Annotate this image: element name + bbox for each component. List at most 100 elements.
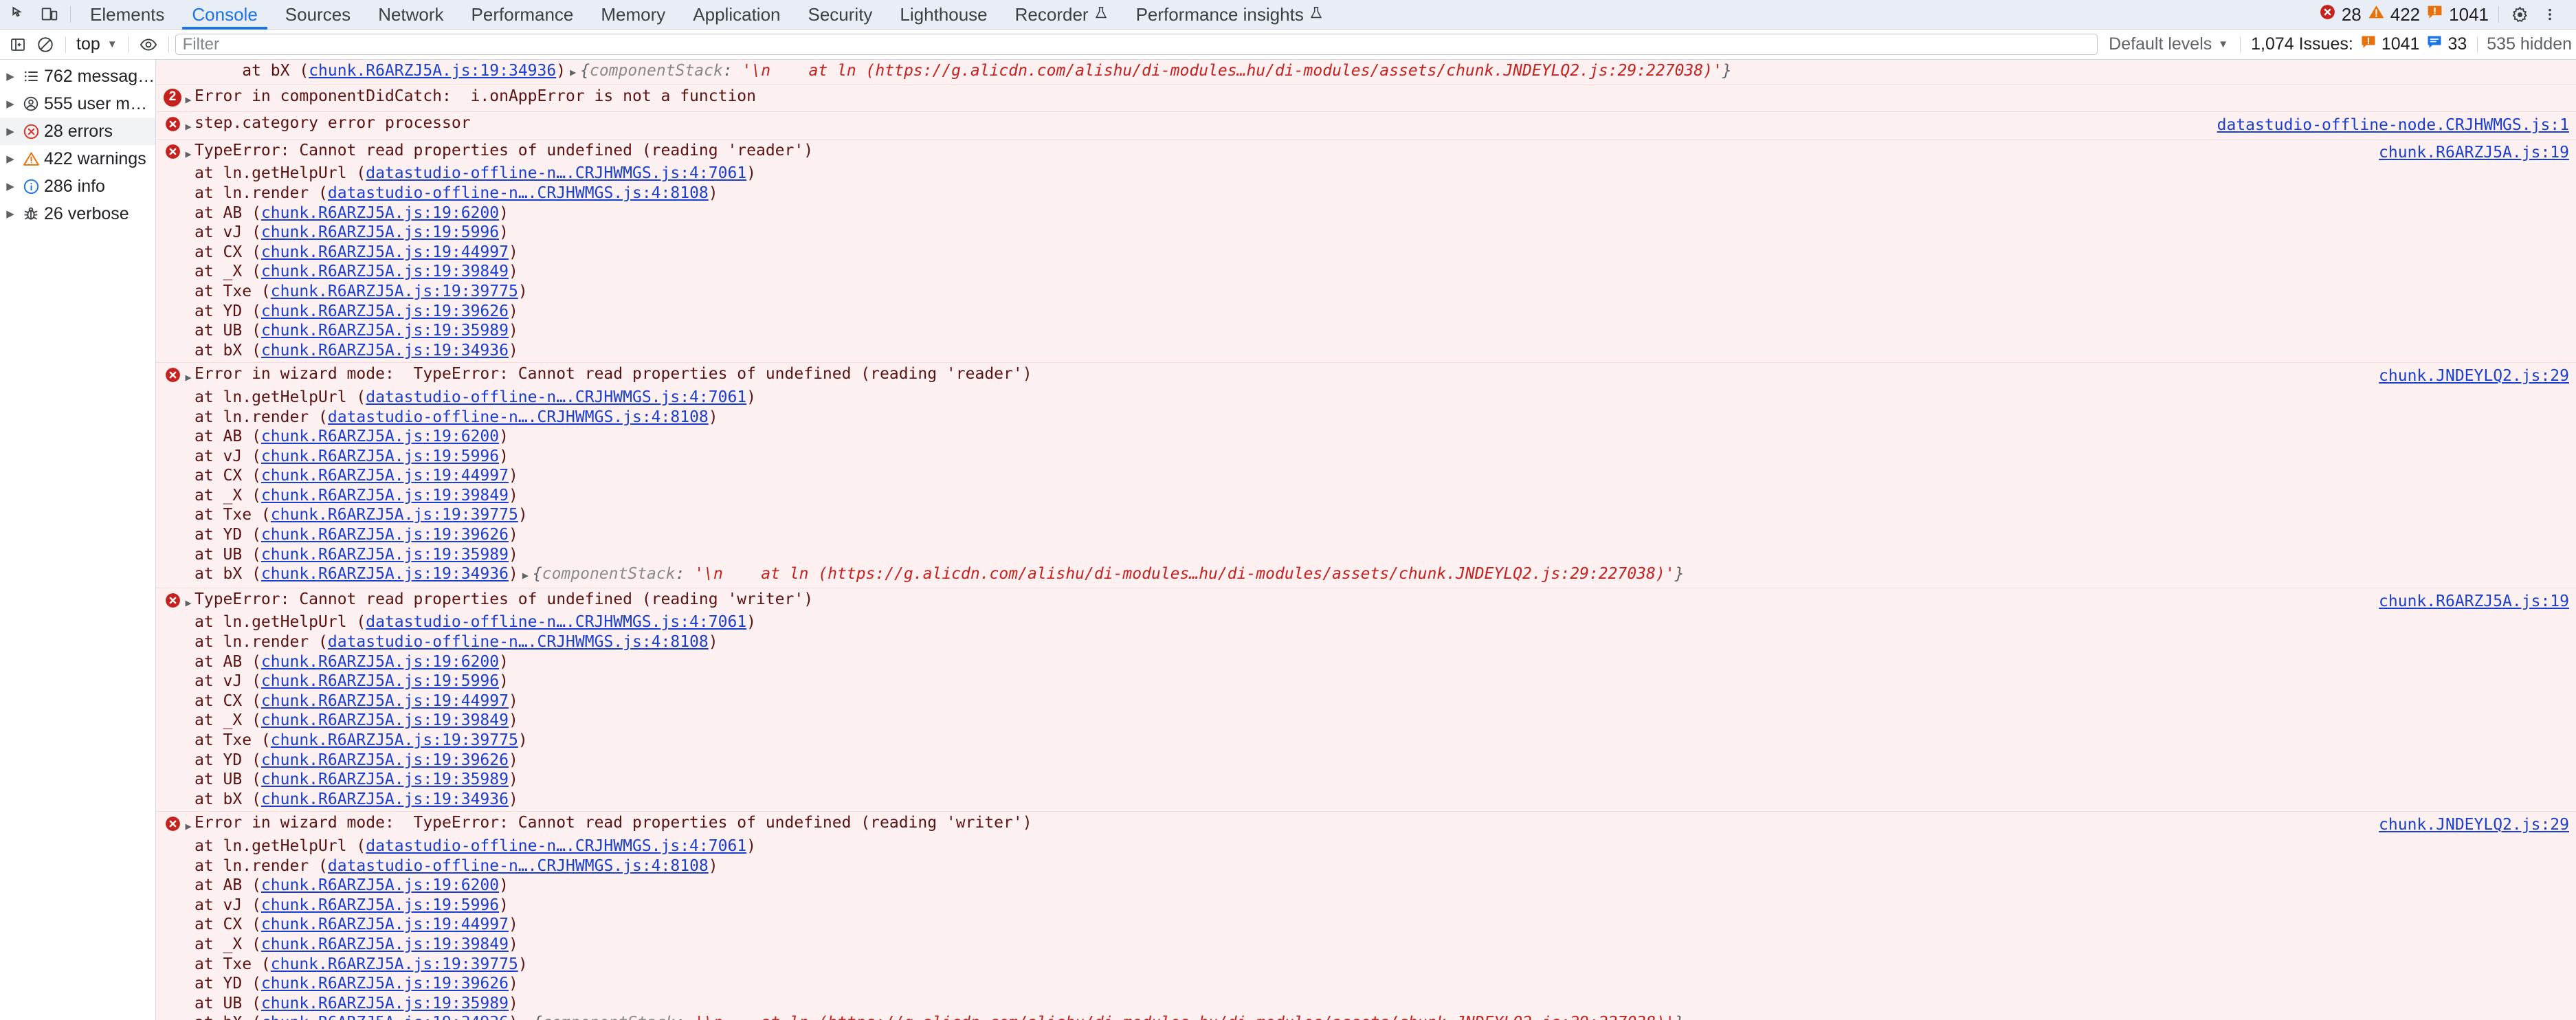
log-levels-selector[interactable]: Default levels ▼ (2103, 34, 2234, 54)
object-expand-icon[interactable]: ▶ (566, 66, 580, 78)
stack-frame-link[interactable]: chunk.R6ARZJ5A.js:19:39775 (271, 955, 518, 973)
stack-frame-link[interactable]: datastudio-offline-n….CRJHWMGS.js:4:7061 (366, 388, 746, 406)
tab-memory[interactable]: Memory (587, 0, 679, 30)
stack-frame-link[interactable]: chunk.R6ARZJ5A.js:19:34936 (309, 62, 556, 80)
stack-frame-link[interactable]: chunk.R6ARZJ5A.js:19:6200 (261, 428, 499, 445)
stack-frame-link[interactable]: chunk.R6ARZJ5A.js:19:34936 (261, 342, 509, 359)
stack-frame-link[interactable]: chunk.R6ARZJ5A.js:19:39775 (271, 282, 518, 300)
error-counter[interactable]: 28 (2319, 3, 2362, 25)
stack-frame-link[interactable]: chunk.R6ARZJ5A.js:19:35989 (261, 546, 509, 564)
message-source-link[interactable]: datastudio-offline-node.CRJHWMGS.js:1 (2217, 115, 2569, 135)
stack-frame-link[interactable]: chunk.R6ARZJ5A.js:19:6200 (261, 653, 499, 671)
stack-frame-link[interactable]: datastudio-offline-n….CRJHWMGS.js:4:7061 (366, 837, 746, 855)
expand-triangle-icon[interactable]: ▶ (3, 98, 18, 110)
expand-triangle-icon[interactable]: ▶ (3, 70, 18, 82)
tab-performance-insights[interactable]: Performance insights (1122, 0, 1337, 30)
tab-sources[interactable]: Sources (271, 0, 364, 30)
device-toolbar-icon[interactable] (34, 2, 65, 27)
console-message[interactable]: 2 ▶ Error in componentDidCatch: i.onAppE… (156, 84, 2576, 112)
stack-frame-link[interactable]: chunk.R6ARZJ5A.js:19:39775 (271, 506, 518, 524)
console-message[interactable]: ▶ step.category error processor datastud… (156, 111, 2576, 139)
stack-frame-link[interactable]: chunk.R6ARZJ5A.js:19:5996 (261, 447, 499, 465)
sidebar-item-info[interactable]: ▶ 286 info (0, 173, 155, 200)
stack-frame-link[interactable]: chunk.R6ARZJ5A.js:19:39849 (261, 263, 509, 280)
console-message[interactable]: ▶ Error in wizard mode: TypeError: Canno… (156, 811, 2576, 1020)
message-source-link[interactable]: chunk.R6ARZJ5A.js:19 (2379, 592, 2569, 612)
message-source-link[interactable]: chunk.JNDEYLQ2.js:29 (2379, 366, 2569, 386)
tab-recorder[interactable]: Recorder (1001, 0, 1122, 30)
sidebar-item-warnings[interactable]: ▶ 422 warnings (0, 145, 155, 173)
sidebar-item-verbose[interactable]: ▶ 26 verbose (0, 200, 155, 228)
tab-performance[interactable]: Performance (458, 0, 588, 30)
sidebar-item-errors[interactable]: ▶ 28 errors (0, 118, 155, 145)
stack-frame-link[interactable]: chunk.R6ARZJ5A.js:19:6200 (261, 876, 499, 894)
tab-application[interactable]: Application (679, 0, 794, 30)
stack-frame-link[interactable]: datastudio-offline-n….CRJHWMGS.js:4:7061 (366, 164, 746, 182)
console-message[interactable]: ▶ TypeError: Cannot read properties of u… (156, 138, 2576, 363)
stack-frame-link[interactable]: chunk.R6ARZJ5A.js:19:39626 (261, 526, 509, 544)
stack-frame-link[interactable]: chunk.R6ARZJ5A.js:19:39626 (261, 975, 509, 993)
tab-console[interactable]: Console (178, 0, 271, 30)
repeat-count-badge[interactable]: 2 (164, 88, 181, 107)
expand-triangle-icon[interactable]: ▶ (182, 141, 195, 164)
tab-lighthouse[interactable]: Lighthouse (886, 0, 1001, 30)
console-message[interactable]: at bX (chunk.R6ARZJ5A.js:19:34936) ▶ {comp… (156, 60, 2576, 85)
stack-frame-link[interactable]: chunk.R6ARZJ5A.js:19:39775 (271, 731, 518, 749)
console-message[interactable]: ▶ Error in wizard mode: TypeError: Canno… (156, 362, 2576, 588)
stack-frame-link[interactable]: datastudio-offline-n….CRJHWMGS.js:4:8108 (328, 184, 709, 202)
stack-frame-link[interactable]: chunk.R6ARZJ5A.js:19:44997 (261, 692, 509, 710)
stack-frame-link[interactable]: chunk.R6ARZJ5A.js:19:39849 (261, 487, 509, 505)
more-options-icon[interactable] (2535, 2, 2565, 27)
expand-triangle-icon[interactable]: ▶ (182, 590, 195, 613)
stack-frame-link[interactable]: chunk.R6ARZJ5A.js:19:34936 (261, 790, 509, 808)
gear-icon[interactable] (2505, 2, 2535, 27)
stack-frame-link[interactable]: chunk.R6ARZJ5A.js:19:44997 (261, 243, 509, 261)
tab-network[interactable]: Network (364, 0, 457, 30)
stack-frame-link[interactable]: chunk.R6ARZJ5A.js:19:6200 (261, 204, 499, 222)
stack-frame-link[interactable]: chunk.R6ARZJ5A.js:19:35989 (261, 322, 509, 340)
execution-context-selector[interactable]: top ▼ (72, 34, 122, 54)
stack-frame-link[interactable]: chunk.R6ARZJ5A.js:19:34936 (261, 565, 509, 583)
message-source-link[interactable]: chunk.JNDEYLQ2.js:29 (2379, 815, 2569, 835)
expand-triangle-icon[interactable]: ▶ (3, 180, 18, 192)
stack-frame-link[interactable]: datastudio-offline-n….CRJHWMGS.js:4:8108 (328, 408, 709, 426)
expand-triangle-icon[interactable]: ▶ (3, 153, 18, 165)
stack-frame-link[interactable]: chunk.R6ARZJ5A.js:19:44997 (261, 467, 509, 485)
stack-frame-link[interactable]: chunk.R6ARZJ5A.js:19:35989 (261, 770, 509, 788)
console-message-list[interactable]: at bX (chunk.R6ARZJ5A.js:19:34936) ▶ {comp… (156, 60, 2576, 1020)
expand-triangle-icon[interactable]: ▶ (182, 364, 195, 388)
stack-frame-link[interactable]: chunk.R6ARZJ5A.js:19:44997 (261, 916, 509, 933)
stack-frame-link[interactable]: chunk.R6ARZJ5A.js:19:39849 (261, 935, 509, 953)
expand-triangle-icon[interactable]: ▶ (3, 125, 18, 137)
inspect-element-icon[interactable] (4, 2, 34, 27)
object-expand-icon[interactable]: ▶ (518, 569, 533, 581)
issues-summary[interactable]: 1,074 Issues: 1041 33 (2247, 34, 2471, 55)
stack-frame-link[interactable]: datastudio-offline-n….CRJHWMGS.js:4:8108 (328, 633, 709, 651)
stack-frame-link[interactable]: chunk.R6ARZJ5A.js:19:5996 (261, 896, 499, 914)
stack-frame-link[interactable]: chunk.R6ARZJ5A.js:19:39626 (261, 302, 509, 320)
console-message[interactable]: ▶ TypeError: Cannot read properties of u… (156, 587, 2576, 812)
hidden-messages-label[interactable]: 535 hidden (2484, 34, 2572, 54)
stack-frame-link[interactable]: chunk.R6ARZJ5A.js:19:39849 (261, 711, 509, 729)
stack-frame-link[interactable]: chunk.R6ARZJ5A.js:19:5996 (261, 672, 499, 690)
stack-frame-link[interactable]: chunk.R6ARZJ5A.js:19:5996 (261, 223, 499, 241)
stack-frame-link[interactable]: chunk.R6ARZJ5A.js:19:34936 (261, 1014, 509, 1020)
expand-triangle-icon[interactable]: ▶ (182, 113, 195, 137)
eye-icon[interactable] (135, 32, 162, 57)
stack-frame-link[interactable]: chunk.R6ARZJ5A.js:19:39626 (261, 751, 509, 769)
expand-triangle-icon[interactable]: ▶ (182, 813, 195, 836)
filter-input[interactable] (175, 34, 2098, 55)
sidebar-item-user-messages[interactable]: ▶ 555 user mess… (0, 90, 155, 118)
message-source-link[interactable]: chunk.R6ARZJ5A.js:19 (2379, 143, 2569, 163)
stack-frame-link[interactable]: datastudio-offline-n….CRJHWMGS.js:4:7061 (366, 613, 746, 631)
expand-triangle-icon[interactable]: ▶ (3, 208, 18, 220)
expand-triangle-icon[interactable]: ▶ (182, 87, 195, 110)
stack-frame-link[interactable]: datastudio-offline-n….CRJHWMGS.js:4:8108 (328, 857, 709, 875)
clear-console-icon[interactable] (32, 32, 59, 57)
tab-security[interactable]: Security (795, 0, 887, 30)
tab-elements[interactable]: Elements (76, 0, 178, 30)
issues-counter[interactable]: 1041 (2426, 3, 2489, 25)
console-sidebar-toggle-icon[interactable] (4, 32, 32, 57)
stack-frame-link[interactable]: chunk.R6ARZJ5A.js:19:35989 (261, 995, 509, 1012)
warning-counter[interactable]: 422 (2368, 3, 2420, 25)
